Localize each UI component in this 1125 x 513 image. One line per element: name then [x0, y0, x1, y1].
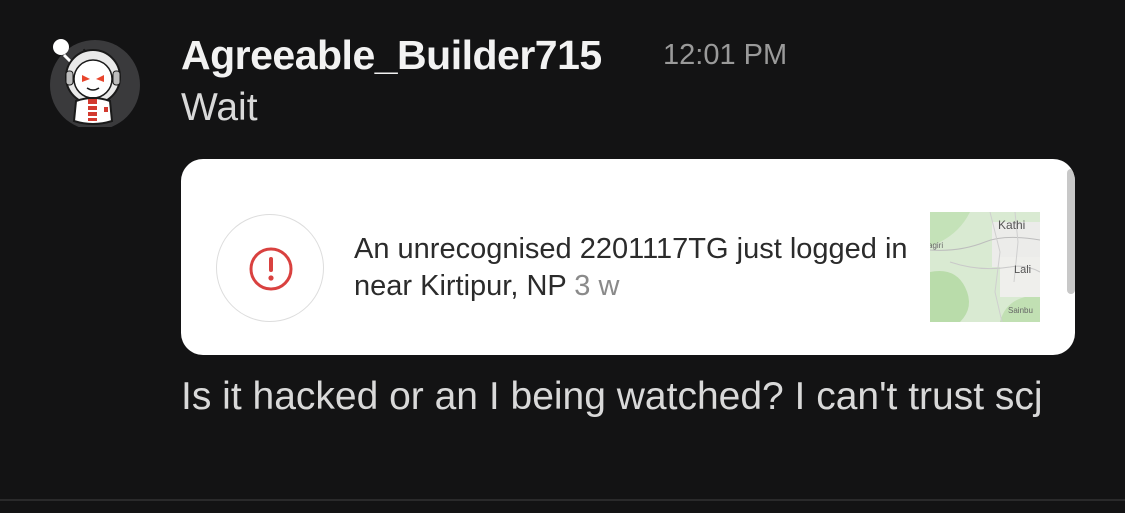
- notification-age: 3 w: [574, 270, 620, 302]
- message-timestamp: 12:01 PM: [663, 39, 788, 71]
- notification-message: An unrecognised 2201117TG just logged in…: [354, 233, 908, 302]
- message-text: Is it hacked or an I being watched? I ca…: [181, 375, 1043, 418]
- map-label-top: Kathi: [998, 218, 1025, 232]
- screenshot-attachment[interactable]: An unrecognised 2201117TG just logged in…: [181, 159, 1075, 355]
- divider: [0, 499, 1125, 501]
- map-label-middle: Lali: [1014, 264, 1031, 276]
- alert-exclamation-icon: [216, 214, 324, 322]
- map-label-left: agiri: [930, 241, 943, 250]
- map-thumbnail: Kathi agiri Lali Sainbu: [930, 212, 1040, 322]
- map-label-bottom: Sainbu: [1008, 306, 1033, 315]
- snoo-astronaut-icon: [50, 39, 140, 130]
- login-notification-text: An unrecognised 2201117TG just logged in…: [354, 231, 914, 305]
- avatar[interactable]: [46, 35, 144, 130]
- message-text: Wait: [181, 86, 258, 129]
- username[interactable]: Agreeable_Builder715: [181, 30, 602, 80]
- attachment-scrollbar[interactable]: [1067, 169, 1075, 294]
- chat-message: Agreeable_Builder715 12:01 PM Wait An un…: [0, 0, 1125, 513]
